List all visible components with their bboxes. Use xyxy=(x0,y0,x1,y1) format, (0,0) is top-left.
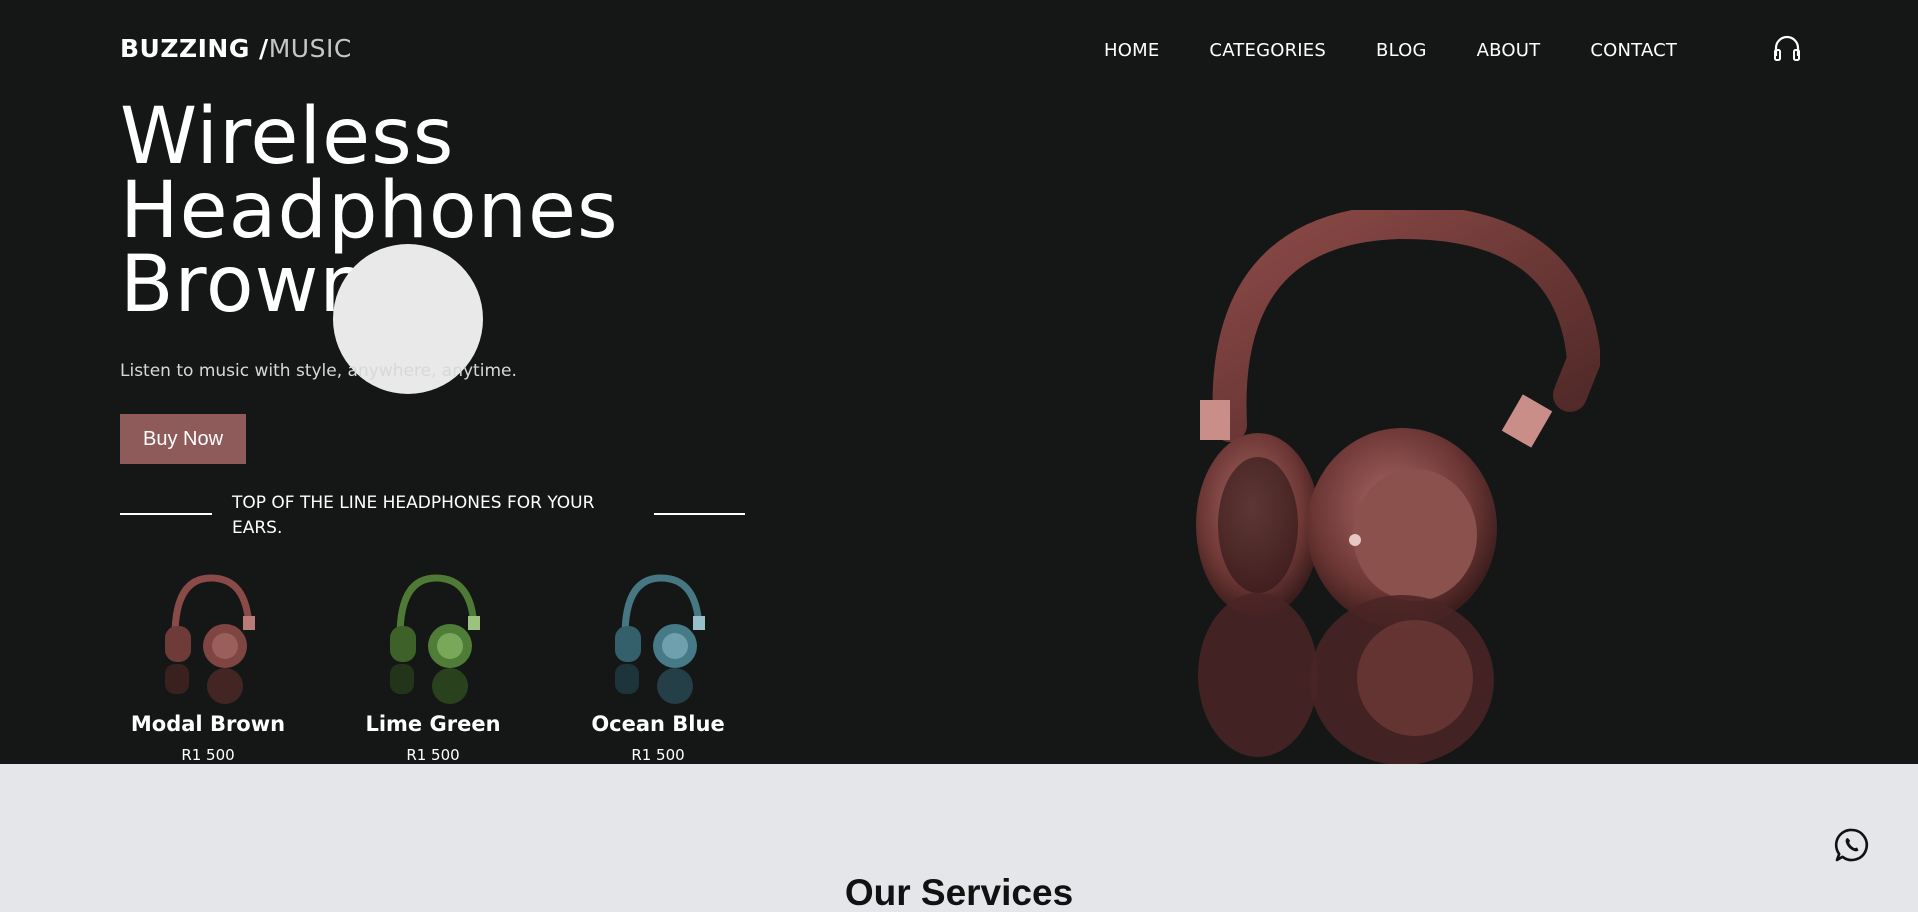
headphones-thumbnail xyxy=(615,574,705,704)
product-card-lime-green[interactable]: Lime Green R1 500 xyxy=(348,566,518,764)
product-price: R1 500 xyxy=(631,746,685,764)
tagline-divider-left xyxy=(120,513,212,515)
nav-categories[interactable]: CATEGORIES xyxy=(1209,40,1326,61)
hero-section: BUZZING /MUSIC HOME CATEGORIES BLOG ABOU… xyxy=(0,0,1918,764)
tagline-divider-right xyxy=(654,513,745,515)
tagline-text: TOP OF THE LINE HEADPHONES FOR YOUR EARS… xyxy=(232,493,595,538)
product-card-modal-brown[interactable]: Modal Brown R1 500 xyxy=(123,566,293,764)
headphones-thumbnail xyxy=(165,574,255,704)
headphones-thumbnail xyxy=(390,574,480,704)
product-name: Modal Brown xyxy=(130,712,286,736)
headphones-icon[interactable] xyxy=(1772,34,1802,62)
brand-logo[interactable]: BUZZING /MUSIC xyxy=(120,34,352,63)
hero-title-line-2: Headphones xyxy=(120,166,619,256)
whatsapp-icon[interactable] xyxy=(1834,827,1870,863)
nav-home[interactable]: HOME xyxy=(1104,40,1159,61)
product-name: Lime Green xyxy=(365,712,501,736)
nav-blog[interactable]: BLOG xyxy=(1376,40,1427,61)
hero-title-line-1: Wireless xyxy=(120,92,455,182)
services-heading: Our Services xyxy=(844,872,1074,912)
main-nav: HOME CATEGORIES BLOG ABOUT CONTACT xyxy=(1104,40,1677,61)
tagline-block: TOP OF THE LINE HEADPHONES FOR YOUR EARS… xyxy=(120,491,745,541)
hero-headphones-image xyxy=(1196,210,1600,764)
product-name: Ocean Blue xyxy=(591,712,725,736)
hero-subtitle: Listen to music with style, anywhere, an… xyxy=(120,361,517,381)
nav-about[interactable]: ABOUT xyxy=(1477,40,1541,61)
nav-contact[interactable]: CONTACT xyxy=(1590,40,1677,61)
brand-name-strong: BUZZING / xyxy=(120,34,269,63)
buy-now-button[interactable]: Buy Now xyxy=(120,414,246,464)
product-card-ocean-blue[interactable]: Ocean Blue R1 500 xyxy=(573,566,743,764)
brand-name-light: MUSIC xyxy=(268,34,352,63)
product-price: R1 500 xyxy=(181,746,235,764)
product-price: R1 500 xyxy=(406,746,460,764)
